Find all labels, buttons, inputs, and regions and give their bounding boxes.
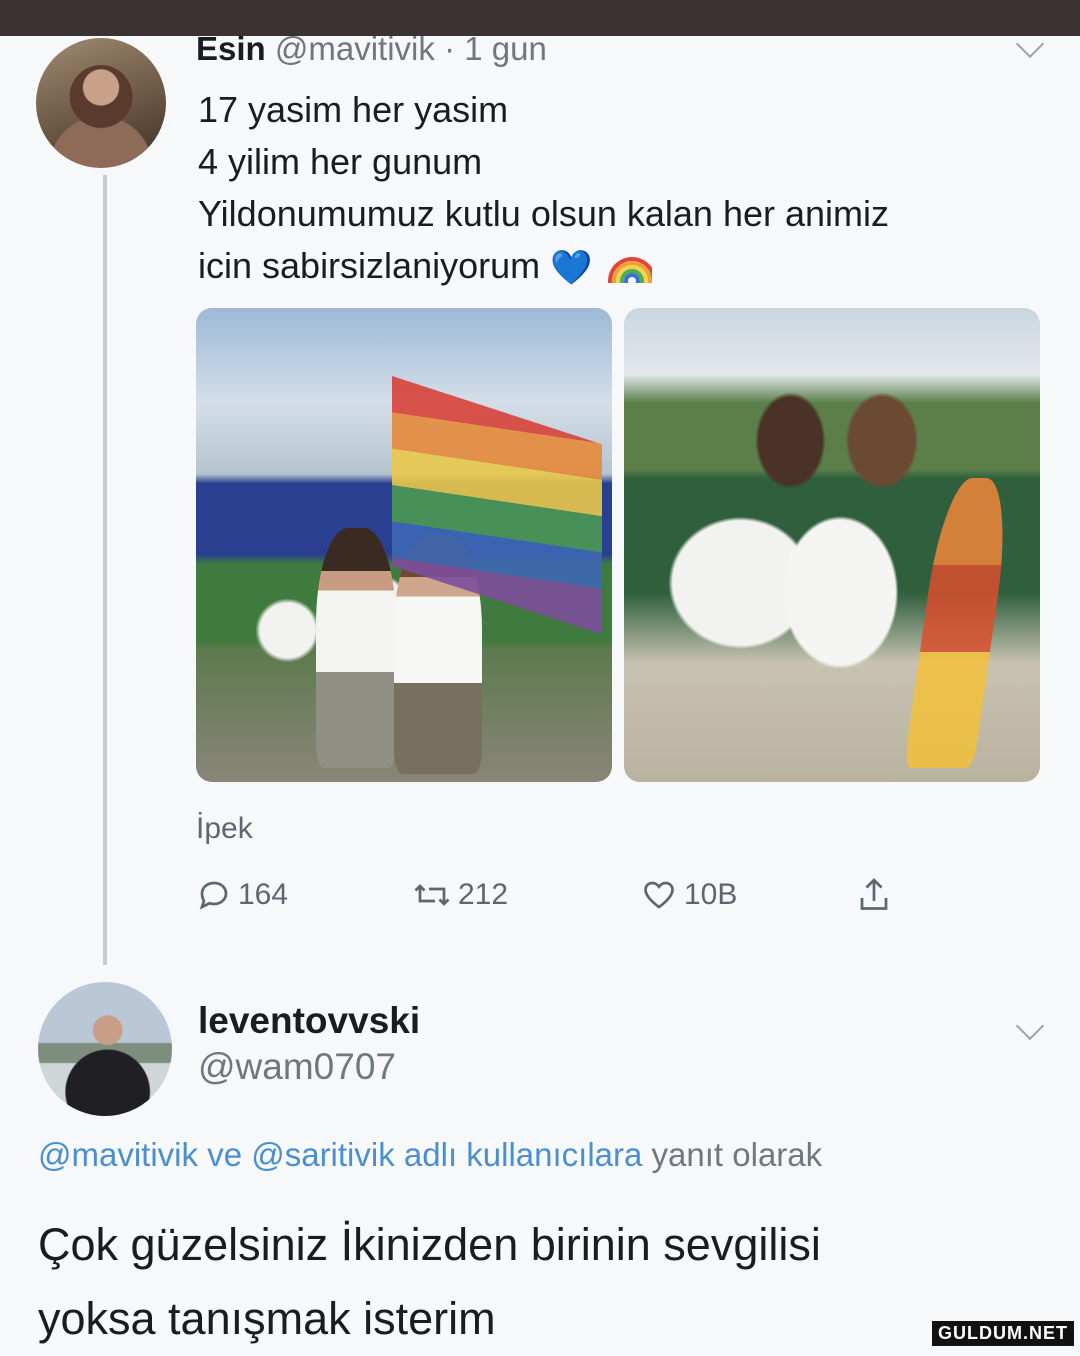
author-name[interactable]: Esin [196, 30, 266, 67]
reply-users-label: adlı kullanıcılara [403, 1136, 643, 1173]
reply-conjunction: ve [207, 1136, 243, 1173]
reply-text: Çok güzelsiniz İkinizden birinin sevgili… [38, 1208, 1058, 1356]
rainbow-icon [608, 253, 653, 284]
reply-icon [199, 881, 228, 910]
tweet-actions: 164 212 10B [196, 872, 936, 918]
avatar[interactable] [38, 982, 172, 1116]
reply-button[interactable]: 164 [196, 872, 288, 918]
retweet-count: 212 [458, 878, 509, 911]
reply-count: 164 [238, 878, 289, 911]
tweet-header: Esin @mavitivik · 1 gun [196, 30, 547, 68]
tweet-line: icin sabirsizlaniyorum [198, 245, 541, 286]
tweet-time: · 1 gun [444, 30, 547, 67]
share-button[interactable] [856, 872, 898, 918]
watermark: GULDUM.NET [932, 1321, 1074, 1346]
reply-line: Çok güzelsiniz İkinizden birinin sevgili… [38, 1219, 821, 1270]
retweet-icon [414, 884, 450, 906]
tweet-line: 4 yilim her gunum [198, 141, 483, 182]
author-handle[interactable]: @mavitivik [275, 30, 435, 67]
like-count: 10B [684, 878, 738, 911]
mention-link[interactable]: @saritivik [251, 1136, 395, 1173]
like-button[interactable]: 10B [640, 872, 737, 918]
tweet-line-last: icin sabirsizlaniyorum 💙 [198, 240, 1038, 294]
author-handle[interactable]: @wam0707 [198, 1046, 396, 1088]
blue-heart-icon: 💙 [550, 249, 593, 288]
tweet-line: 17 yasim her yasim [198, 89, 509, 130]
reply-suffix: yanıt olarak [651, 1136, 823, 1173]
reply-context: @mavitivik ve @saritivik adlı kullanıcıl… [38, 1136, 822, 1174]
chevron-down-icon[interactable] [1015, 1011, 1045, 1041]
mention-link[interactable]: @mavitivik [38, 1136, 198, 1173]
tweet-text: 17 yasim her yasim 4 yilim her gunum Yil… [198, 84, 1038, 294]
thread-line [103, 175, 107, 965]
author-name[interactable]: leventovvski [198, 1000, 420, 1042]
retweet-button[interactable]: 212 [412, 872, 508, 918]
tweet-photo-2[interactable] [624, 308, 1040, 782]
tweet-line: Yildonumumuz kutlu olsun kalan her animi… [198, 193, 890, 234]
like-icon [644, 881, 674, 909]
share-icon [860, 878, 888, 910]
photo-tag[interactable]: İpek [196, 812, 253, 846]
avatar[interactable] [36, 38, 166, 168]
reply-line: yoksa tanışmak isterim [38, 1293, 496, 1344]
